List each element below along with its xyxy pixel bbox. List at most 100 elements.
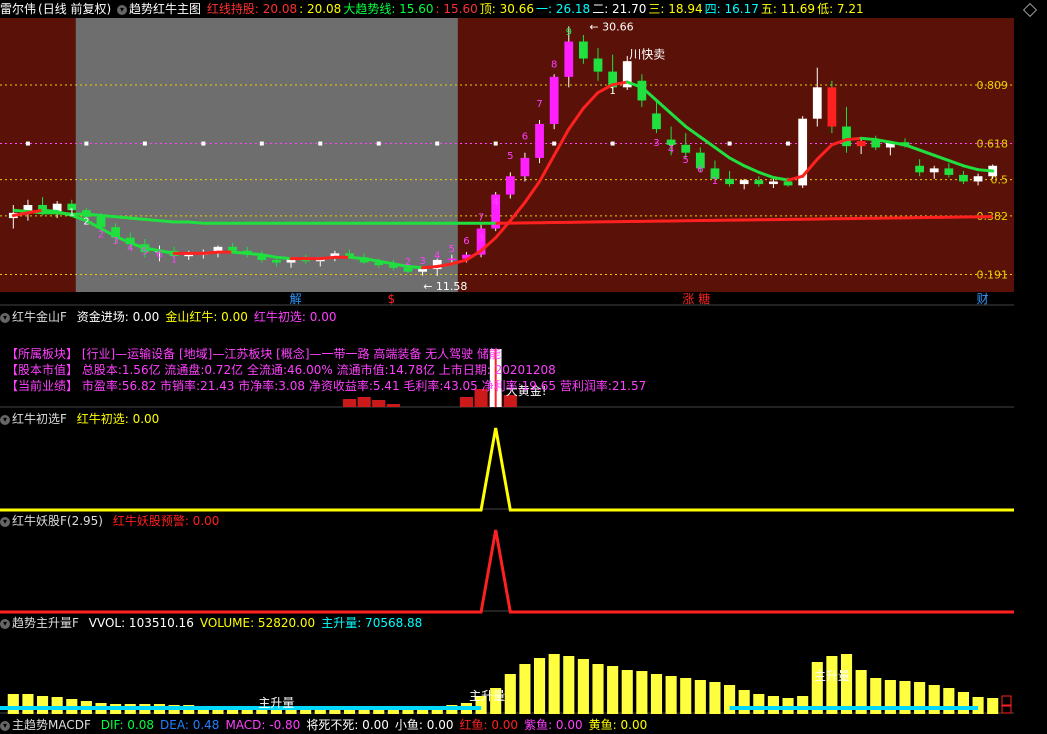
candle-body — [549, 76, 559, 124]
panel3-header: ▾ 红牛初选F 红牛初选: 0.00 — [0, 410, 163, 428]
fib-label-0.191: 0.191 — [977, 268, 1009, 281]
volume-bar — [607, 666, 619, 714]
panel-value-0: DIF: 0.08 — [100, 718, 155, 732]
panel-menu-icon[interactable]: ▾ — [0, 414, 10, 425]
wave-number: 6 — [522, 132, 528, 143]
candle-body — [272, 259, 281, 263]
fib-label-0.618: 0.618 — [977, 138, 1009, 151]
candle-body — [929, 168, 939, 173]
ma-segment — [348, 255, 366, 261]
wave-number: 4 — [127, 243, 133, 254]
panel4-title[interactable]: 红牛妖股F(2.95) — [12, 514, 103, 528]
panel-menu-icon[interactable]: ▾ — [0, 312, 10, 323]
volume-bar — [957, 692, 970, 714]
panel5-header: ▾ 趋势主升量F VVOL: 103510.16 VOLUME: 52820.00 主… — [0, 614, 426, 632]
panel2-bar — [357, 397, 371, 407]
candle-body — [593, 58, 603, 72]
candle-body — [564, 41, 574, 77]
volume-bar — [738, 690, 750, 714]
wave-number: 2 — [639, 92, 645, 103]
panel5-title[interactable]: 趋势主升量F — [12, 616, 79, 630]
panel-value-3: 将死不死: 0.00 — [306, 718, 389, 732]
volume-bar — [36, 696, 49, 714]
wave-number: 6 — [697, 164, 703, 175]
volume-bar — [533, 658, 546, 714]
panel4-values: 红牛妖股预警: 0.00 — [109, 514, 222, 528]
candle-body — [769, 181, 778, 185]
event-marker: 解 — [290, 292, 302, 306]
candle-body — [739, 180, 749, 185]
panel-value-7: 黄鱼: 0.00 — [588, 718, 648, 732]
fib-dot — [493, 141, 498, 146]
fib-dot — [142, 141, 147, 146]
panel2-bar — [386, 404, 400, 407]
panel-value-4: 小鱼: 0.00 — [394, 718, 454, 732]
volume-bar — [51, 697, 63, 714]
wave-number: 9 — [566, 27, 572, 38]
volume-cyan-strip — [729, 706, 979, 710]
panel6-title[interactable]: 主趋势MACDF — [12, 718, 91, 732]
wave-number: 8 — [551, 60, 557, 71]
candle-body — [652, 113, 661, 130]
volume-end-box — [1001, 695, 1012, 706]
panel3-values: 红牛初选: 0.00 — [73, 412, 162, 426]
wave-number: 1 — [712, 176, 718, 187]
panel-value-2: MACD: -0.80 — [225, 718, 301, 732]
panel4-header: ▾ 红牛妖股F(2.95) 红牛妖股预警: 0.00 — [0, 512, 223, 530]
wave-number: 1 — [609, 86, 615, 97]
fib-dot — [435, 141, 440, 146]
ma-segment — [318, 255, 337, 261]
panel2-bar — [372, 400, 386, 407]
panel-menu-icon[interactable]: ▾ — [0, 720, 10, 731]
low-price-label: ← 11.58 — [423, 280, 467, 293]
panel-value-5: 红鱼: 0.00 — [459, 718, 519, 732]
wave-number: 3 — [112, 236, 118, 247]
panel2-values: 资金进场: 0.00 金山红牛: 0.00 红牛初选: 0.00 — [73, 310, 339, 324]
panel-value-1: 金山红牛: 0.00 — [165, 310, 248, 324]
wave-number: 5 — [683, 155, 689, 166]
panel2-bar — [342, 399, 357, 407]
volume-bar — [840, 654, 853, 714]
wave-number: 3 — [478, 234, 484, 245]
panel6-header: ▾ 主趋势MACDF DIF: 0.08 DEA: 0.48 MACD: -0.80 将… — [0, 716, 651, 734]
ma-segment — [859, 136, 878, 142]
volume-bar — [7, 694, 19, 714]
wave-number: 3 — [653, 138, 659, 149]
volume-bar — [563, 656, 575, 714]
volume-bar — [987, 698, 999, 714]
panel-menu-icon[interactable]: ▾ — [0, 516, 10, 527]
candle-body — [447, 258, 457, 261]
ma-segment — [274, 255, 293, 261]
candle-body — [681, 144, 691, 153]
volume-bar — [519, 664, 531, 714]
candle-body — [973, 176, 983, 182]
volume-bar — [22, 694, 34, 714]
panel5-values: VVOL: 103510.16 VOLUME: 52820.00 主升量: 7056… — [85, 616, 425, 630]
wave-number: 3 — [419, 256, 425, 267]
wave-number: 5 — [142, 247, 148, 258]
volume-label: 主升量 — [469, 689, 505, 703]
fib-dot — [786, 141, 791, 146]
volume-label: 主升量 — [814, 669, 850, 683]
ma-segment — [245, 251, 264, 257]
panel-value-1: VOLUME: 52820.00 — [199, 616, 316, 630]
volume-cyan-strip — [0, 706, 482, 710]
wave-number: 6 — [463, 236, 469, 247]
event-marker: $ — [388, 292, 396, 306]
wave-number: 5 — [449, 244, 455, 255]
volume-bar — [753, 694, 765, 714]
candle-body — [856, 140, 866, 147]
wave-number: 4 — [493, 197, 499, 208]
panel-menu-icon[interactable]: ▾ — [0, 618, 10, 629]
ma-segment — [231, 250, 249, 255]
panel3-line — [0, 427, 1014, 512]
panel-value-0: 红牛妖股预警: 0.00 — [112, 514, 220, 528]
fib-dot — [318, 141, 323, 146]
panel3-title[interactable]: 红牛初选F — [12, 412, 67, 426]
volume-bar — [943, 688, 955, 714]
ma-segment — [976, 168, 995, 173]
sell-signal-label: 川快卖 — [629, 48, 665, 62]
volume-bar — [972, 697, 984, 714]
candle-body — [944, 168, 954, 175]
panel2-title[interactable]: 红牛金山F — [12, 310, 67, 324]
